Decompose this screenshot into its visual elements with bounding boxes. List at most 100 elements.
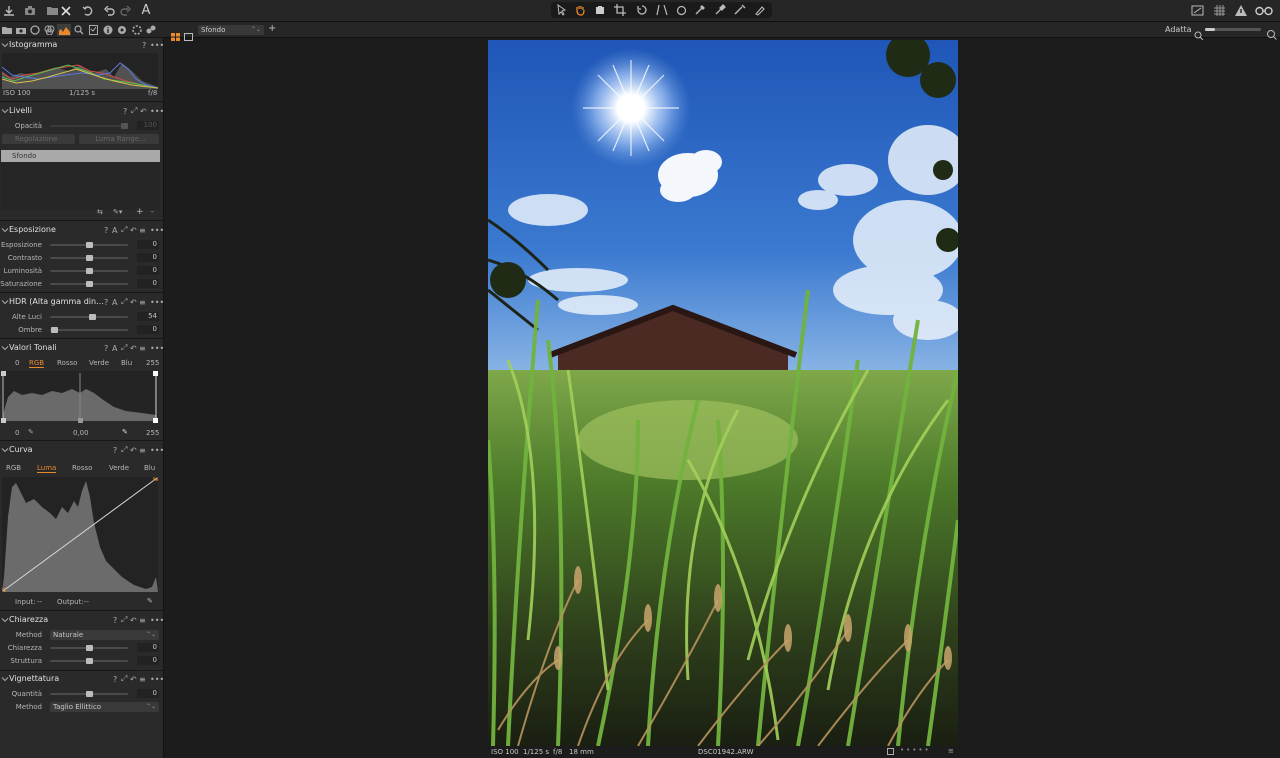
saturation-value[interactable]: 0 [137, 279, 159, 288]
shadows-slider-knob[interactable] [51, 327, 58, 333]
brush-icon[interactable] [711, 3, 729, 17]
multi-view-icon[interactable] [171, 26, 180, 45]
curve-tab-luma[interactable]: Luma [37, 464, 57, 473]
select-pointer-icon[interactable] [553, 3, 571, 17]
gradient-mask-icon[interactable] [731, 3, 749, 17]
saturation-slider-knob[interactable] [86, 281, 93, 287]
help-icon[interactable]: ? [104, 342, 108, 354]
loupe-icon[interactable] [591, 3, 609, 17]
panel-header-vignettatura[interactable]: Vignettatura ? ⤢ ↶ ≡ ••• [0, 672, 164, 686]
chevron-down-icon[interactable] [1, 107, 9, 115]
zoom-label[interactable]: Adatta [1165, 25, 1192, 34]
move-to-folder-icon[interactable] [45, 2, 59, 19]
contrast-value[interactable]: 0 [137, 253, 159, 262]
vignette-amount-value[interactable]: 0 [137, 689, 159, 698]
clarity-value[interactable]: 0 [137, 643, 159, 652]
details-tab-icon[interactable] [73, 24, 85, 36]
copy-apply-icon[interactable]: ⤢ [131, 105, 137, 117]
help-icon[interactable]: ? [113, 673, 117, 685]
reset-icon[interactable]: ↶ [140, 105, 147, 117]
batch-tab-icon[interactable] [131, 24, 143, 36]
help-icon[interactable]: ? [113, 444, 117, 456]
shadows-slider[interactable] [50, 329, 128, 331]
presets-icon[interactable]: ≡ [139, 224, 146, 236]
presets-icon[interactable]: ≡ [139, 444, 146, 456]
styles-tab-icon[interactable] [145, 24, 157, 36]
reset-icon[interactable]: ↶ [130, 296, 137, 308]
rotate-icon[interactable] [633, 3, 651, 17]
exposure-value[interactable]: 0 [137, 240, 159, 249]
presets-icon[interactable]: ≡ [139, 673, 146, 685]
zoom-in-icon[interactable] [1267, 25, 1277, 44]
copy-apply-icon[interactable]: ⤢ [121, 444, 127, 456]
levels-input-black-handle[interactable] [1, 418, 6, 423]
add-layer-icon[interactable]: + [136, 207, 144, 217]
library-tab-icon[interactable] [1, 24, 13, 36]
curve-picker-icon[interactable]: ✎ [147, 597, 153, 605]
capture-tab-icon[interactable] [15, 24, 27, 36]
exposure-warning-icon[interactable] [1190, 2, 1204, 19]
help-icon[interactable]: ? [113, 614, 117, 626]
chevron-down-icon[interactable] [1, 675, 9, 683]
brightness-slider-knob[interactable] [86, 268, 93, 274]
help-icon[interactable]: ? [142, 39, 146, 51]
auto-icon[interactable]: A [112, 224, 117, 236]
highlights-value[interactable]: 54 [137, 312, 159, 321]
add-icon[interactable]: + [268, 23, 276, 34]
curve-tab-verde[interactable]: Verde [109, 464, 129, 472]
adjustments-tab-icon[interactable] [87, 24, 99, 36]
auto-icon[interactable]: A [112, 296, 117, 308]
more-options-icon[interactable]: ••• [150, 296, 164, 308]
highlights-slider-knob[interactable] [89, 314, 96, 320]
contrast-slider-knob[interactable] [86, 255, 93, 261]
reset-icon[interactable]: ↶ [130, 342, 137, 354]
brightness-value[interactable]: 0 [137, 266, 159, 275]
more-options-icon[interactable]: ••• [150, 614, 164, 626]
select-checkbox-icon[interactable] [887, 748, 894, 755]
more-options-icon[interactable]: ••• [150, 342, 164, 354]
panel-header-chiarezza[interactable]: Chiarezza ? ⤢ ↶ ≡ ••• [0, 613, 164, 627]
more-options-icon[interactable]: ••• [150, 444, 164, 456]
exposure-tab-icon[interactable] [57, 24, 71, 36]
levels-midtone-value[interactable]: 0,00 [73, 429, 89, 437]
chevron-down-icon[interactable] [1, 446, 9, 454]
zoom-slider[interactable] [1205, 28, 1261, 31]
help-icon[interactable]: ? [123, 105, 127, 117]
color-tag-menu-icon[interactable]: ≡ [948, 747, 954, 755]
copy-apply-icon[interactable]: ⤢ [121, 342, 127, 354]
lens-tab-icon[interactable] [29, 24, 41, 36]
levels-output-black-handle[interactable] [1, 371, 6, 376]
structure-slider-knob[interactable] [86, 658, 93, 664]
presets-icon[interactable]: ≡ [139, 296, 146, 308]
opacity-slider-knob[interactable] [121, 123, 128, 129]
curve-tab-blu[interactable]: Blu [144, 464, 155, 472]
eraser-icon[interactable] [751, 3, 769, 17]
curve-editor[interactable] [0, 475, 159, 594]
layer-row-sfondo[interactable]: Sfondo [1, 150, 160, 162]
structure-value[interactable]: 0 [137, 656, 159, 665]
levels-input-white-value[interactable]: 255 [146, 429, 159, 437]
camera-icon[interactable] [23, 2, 37, 19]
copy-apply-icon[interactable]: ⤢ [121, 673, 127, 685]
reset-icon[interactable] [81, 2, 95, 19]
text-annotation-icon[interactable]: A [139, 2, 153, 19]
white-point-picker-icon[interactable]: ✎ [122, 428, 128, 436]
more-options-icon[interactable]: ••• [150, 105, 164, 117]
reset-icon[interactable]: ↶ [130, 444, 137, 456]
levels-output-white-handle[interactable] [153, 371, 158, 376]
help-icon[interactable]: ? [104, 296, 108, 308]
levels-tab-verde[interactable]: Verde [89, 359, 109, 367]
vignette-amount-knob[interactable] [86, 691, 93, 697]
clarity-method-dropdown[interactable]: Naturale ⌃⌄ [50, 630, 159, 640]
presets-icon[interactable]: ≡ [139, 614, 146, 626]
levels-output-black[interactable]: 0 [15, 359, 19, 367]
levels-output-white[interactable]: 255 [146, 359, 159, 367]
opacity-slider[interactable] [50, 125, 128, 127]
copy-apply-icon[interactable]: ⤢ [121, 224, 127, 236]
redo-icon[interactable] [119, 2, 131, 19]
shadows-value[interactable]: 0 [137, 325, 159, 334]
warning-icon[interactable] [1234, 2, 1248, 19]
levels-midtone-handle[interactable] [78, 418, 83, 423]
rating-stars[interactable]: ••••• [900, 746, 931, 754]
photo-viewer[interactable] [488, 40, 958, 746]
